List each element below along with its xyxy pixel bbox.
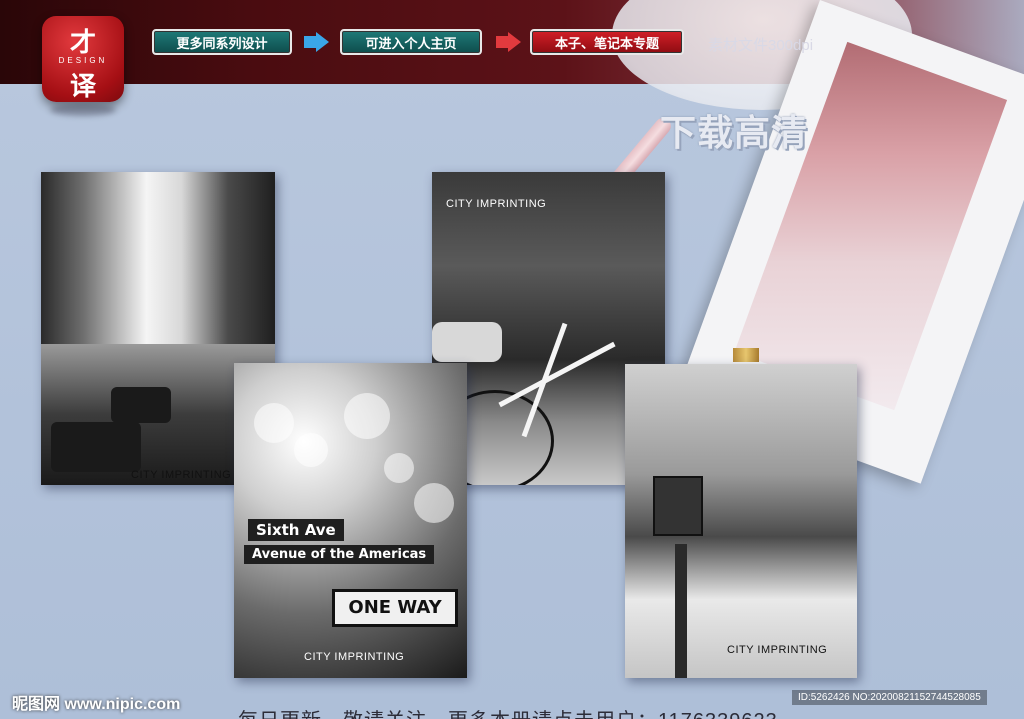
arrow-right-icon: [496, 32, 521, 52]
logo-char-bottom: 译: [69, 72, 96, 102]
street-sign-americas: Avenue of the Americas: [244, 545, 435, 564]
bokeh-light: [414, 483, 454, 523]
update-notice-text: 每日更新，敬请关注，更多本册请点击用户：1176339623: [238, 704, 778, 719]
bokeh-light: [294, 433, 328, 467]
tram-track-image: [675, 544, 687, 678]
site-watermark: 昵图网 www.nipic.com: [12, 696, 181, 713]
arrow-right-icon: [304, 32, 329, 52]
bokeh-light: [384, 453, 414, 483]
brand-logo[interactable]: 才 DESIGN 译: [42, 16, 124, 102]
notebook-topic-button[interactable]: 本子、笔记本专题: [530, 29, 684, 55]
street-sign-sixth-ave: Sixth Ave: [248, 519, 344, 541]
logo-subtitle: DESIGN: [58, 56, 108, 65]
car-image: [51, 422, 141, 472]
car-image: [432, 322, 502, 362]
download-hd-text[interactable]: 下载高清: [660, 104, 808, 156]
image-id-text: ID:5262426 NO:20200821152744528085: [792, 690, 987, 705]
resolution-text: 素材文件300dpi: [708, 37, 814, 54]
cover-label: CITY IMPRINTING: [131, 469, 232, 481]
car-image: [111, 387, 171, 423]
more-series-button[interactable]: 更多同系列设计: [152, 29, 292, 55]
homepage-button[interactable]: 可进入个人主页: [340, 29, 482, 55]
notebook-cover-2[interactable]: Sixth Ave Avenue of the Americas ONE WAY…: [234, 363, 467, 678]
canvas: 才 DESIGN 译 更多同系列设计 可进入个人主页 本子、笔记本专题 素材文件…: [0, 0, 1024, 719]
logo-shadow: [50, 104, 116, 116]
one-way-sign: ONE WAY: [332, 589, 458, 627]
cover-label: CITY IMPRINTING: [304, 651, 405, 663]
gold-clip-decoration: [733, 348, 759, 362]
notebook-cover-4[interactable]: CITY IMPRINTING: [625, 364, 857, 678]
cable-car-image: [653, 476, 703, 536]
logo-char-top: 才: [69, 28, 96, 58]
bokeh-light: [254, 403, 294, 443]
cover-label: CITY IMPRINTING: [727, 644, 828, 656]
bokeh-light: [344, 393, 390, 439]
cover-label: CITY IMPRINTING: [446, 198, 547, 210]
